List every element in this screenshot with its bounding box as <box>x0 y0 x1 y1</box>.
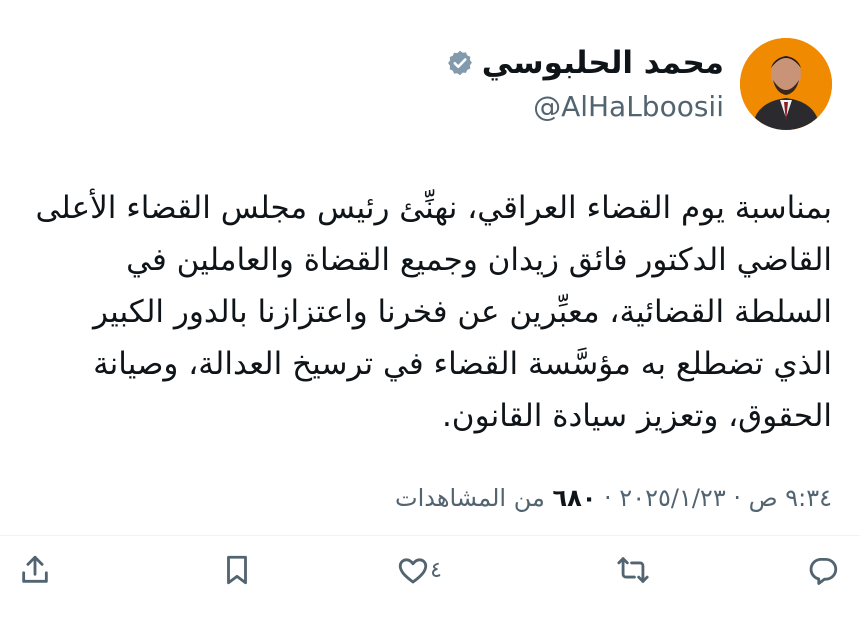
like-button[interactable]: ٤ <box>396 545 450 595</box>
retweet-button[interactable] <box>616 545 650 595</box>
retweet-icon <box>617 557 649 583</box>
divider <box>0 535 860 536</box>
tweet-meta: ٩:٣٤ ص · ٢٠٢٥/١/٢٣ · ٦٨٠ من المشاهدات <box>28 478 832 518</box>
author-handle[interactable]: @AlHaLboosii <box>446 88 724 126</box>
like-count: ٤ <box>430 557 442 583</box>
bookmark-icon <box>227 555 247 585</box>
name-row: محمد الحلبوسي <box>446 44 724 82</box>
display-name[interactable]: محمد الحلبوسي <box>482 44 724 82</box>
author-names: محمد الحلبوسي @AlHaLboosii <box>446 44 724 126</box>
views-label: من المشاهدات <box>394 484 553 512</box>
share-icon <box>22 555 48 583</box>
reply-icon <box>809 557 838 585</box>
action-bar: ٤ <box>0 545 860 595</box>
bookmark-button[interactable] <box>220 545 254 595</box>
avatar-portrait <box>740 38 832 130</box>
views-count: ٦٨٠ <box>552 484 597 512</box>
tweet-header: محمد الحلبوسي @AlHaLboosii <box>28 38 832 133</box>
tweet-datetime[interactable]: ٩:٣٤ ص · ٢٠٢٥/١/٢٣ · <box>596 484 832 512</box>
reply-button[interactable] <box>806 545 840 595</box>
avatar[interactable] <box>740 38 832 130</box>
tweet-text: بمناسبة يوم القضاء العراقي، نهنِّئ رئيس … <box>35 190 832 434</box>
verified-badge-icon[interactable] <box>446 49 474 77</box>
like-icon <box>399 558 428 584</box>
share-button[interactable] <box>18 545 52 595</box>
